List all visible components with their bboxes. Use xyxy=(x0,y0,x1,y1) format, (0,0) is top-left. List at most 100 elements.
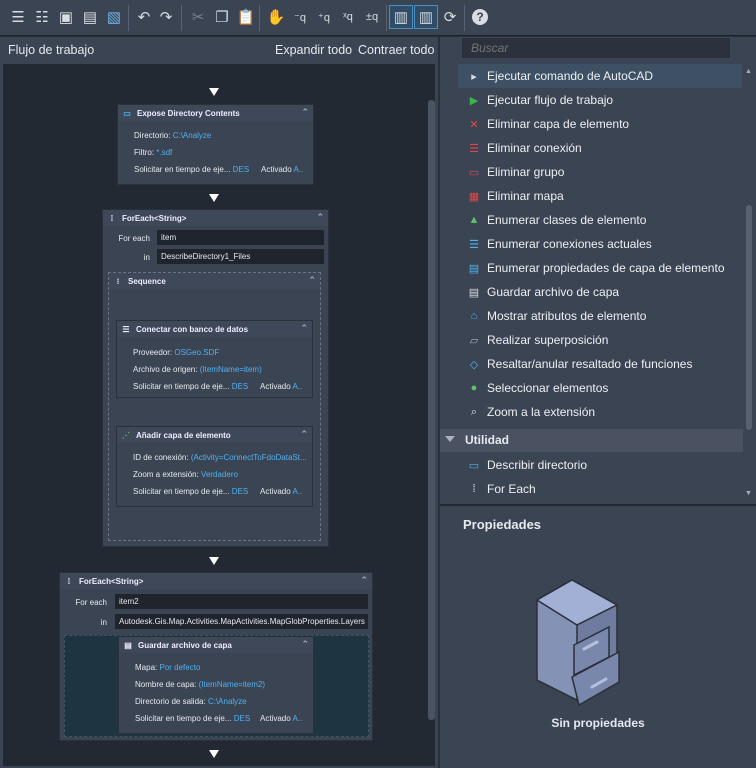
toolbox-item[interactable]: ☰ Enumerar conexiones actuales xyxy=(458,232,742,256)
item-label: Realizar superposición xyxy=(487,333,609,347)
collapse-icon[interactable]: ⌃ xyxy=(308,275,316,286)
item-label: Guardar archivo de capa xyxy=(487,285,620,299)
filing-cabinet-icon xyxy=(535,579,620,707)
node-title: Guardar archivo de capa xyxy=(138,640,232,650)
field-label: Solicitar en tiempo de eje... xyxy=(133,487,230,496)
undo-icon[interactable]: ↶ xyxy=(134,7,154,27)
node-title: Sequence xyxy=(128,276,166,286)
connect-datastore-node[interactable]: ☰ Conectar con banco de datos ⌃ Proveedor:… xyxy=(116,320,313,398)
field-label: Proveedor: xyxy=(133,348,173,357)
in-collection-input[interactable]: Autodesk.Gis.Map.Activities.MapActivitie… xyxy=(115,614,368,629)
activity-icon: ▤ xyxy=(468,262,480,275)
scrollbar-thumb[interactable] xyxy=(746,205,752,430)
toolbox-item[interactable]: ▲ Enumerar clases de elemento xyxy=(458,208,742,232)
toolbox-item[interactable]: ▶ Ejecutar flujo de trabajo xyxy=(458,88,742,112)
field-label: Filtro: xyxy=(134,148,154,157)
sequence-icon: ⁝ xyxy=(116,276,120,286)
field-value: *.sdf xyxy=(156,148,173,157)
field-label: ID de conexión: xyxy=(133,453,189,462)
field-label: Activado xyxy=(260,382,291,391)
refresh-icon[interactable]: ⟳ xyxy=(440,7,460,27)
item-label: Eliminar capa de elemento xyxy=(487,117,630,131)
node-title: Conectar con banco de datos xyxy=(136,324,249,334)
field-value: A.. xyxy=(292,382,303,391)
item-label: Describir directorio xyxy=(487,458,588,472)
layout-right-icon[interactable]: ▥ xyxy=(414,5,438,29)
foreach-icon: ⁞ xyxy=(110,213,114,223)
pan-hand-icon[interactable]: ✋ xyxy=(266,7,286,27)
item-label: Eliminar mapa xyxy=(487,189,564,203)
toolbox-item[interactable]: ▤ Guardar archivo de capa xyxy=(458,280,742,304)
toolbox-item[interactable]: ▭ Describir directorio xyxy=(458,453,742,477)
field-label: Activado xyxy=(261,165,292,174)
category-utilidad[interactable]: Utilidad xyxy=(440,429,743,452)
toolbox-item[interactable]: ☰ Eliminar conexión xyxy=(458,136,742,160)
save-icon[interactable]: ▣ xyxy=(56,7,76,27)
field-value: Verdadero xyxy=(201,470,238,479)
collapse-all-link[interactable]: Contraer todo xyxy=(358,43,434,57)
help-icon[interactable]: ? xyxy=(470,7,490,27)
field-label: Directorio de salida: xyxy=(135,697,206,706)
foreach-icon: ⁞ xyxy=(67,576,71,586)
toolbox-item[interactable]: ⌕ Zoom a la extensión xyxy=(458,400,742,424)
collapse-icon[interactable]: ⌃ xyxy=(360,575,368,586)
flow-arrow xyxy=(209,194,219,202)
toolbar: ☰ ☷ ▣ ▤ ▧ ↶ ↷ ✂ ❐ 📋 ✋ ⁻q ⁺q ˣq ±q ▥ ▥ ⟳ … xyxy=(0,0,756,36)
zoom-extents-icon[interactable]: ˣq xyxy=(338,7,358,27)
toolbox-item[interactable]: ● Seleccionar elementos xyxy=(458,376,742,400)
item-label: Zoom a la extensión xyxy=(487,405,596,419)
add-layer-node[interactable]: ⋰ Añadir capa de elemento ⌃ ID de conexión… xyxy=(116,426,313,507)
export-image-icon[interactable]: ▧ xyxy=(104,7,124,27)
toolbox-item[interactable]: ◇ Resaltar/anular resaltado de funciones xyxy=(458,352,742,376)
collapse-icon[interactable]: ⌃ xyxy=(301,639,309,650)
cut-icon[interactable]: ✂ xyxy=(188,7,208,27)
toolbox-item[interactable]: ▱ Realizar superposición xyxy=(458,328,742,352)
layout-left-icon[interactable]: ▥ xyxy=(389,5,413,29)
field-value: C:\Analyze xyxy=(207,697,247,706)
activity-icon: ▦ xyxy=(468,190,480,203)
toolbox-item[interactable]: ▸ Ejecutar comando de AutoCAD xyxy=(458,64,742,88)
expand-all-link[interactable]: Expandir todo xyxy=(275,43,352,57)
redo-icon[interactable]: ↷ xyxy=(156,7,176,27)
canvas-scrollbar[interactable] xyxy=(428,100,435,720)
scroll-up-icon[interactable]: ▲ xyxy=(745,68,752,75)
zoom-in-icon[interactable]: ⁺q xyxy=(314,7,334,27)
toolbox-item[interactable]: ▭ Eliminar grupo xyxy=(458,160,742,184)
activity-icon: ▱ xyxy=(469,334,479,347)
zoom-out-icon[interactable]: ⁻q xyxy=(290,7,310,27)
foreach-label: For each xyxy=(118,234,150,243)
zoom-realtime-icon[interactable]: ±q xyxy=(362,7,382,27)
folder-icon: ▭ xyxy=(123,108,131,118)
expose-directory-node[interactable]: ▭ Expose Directory Contents ⌃ Directorio: … xyxy=(117,104,314,185)
folder-icon: ▭ xyxy=(468,459,480,472)
in-collection-input[interactable]: DescribeDirectory1_Files xyxy=(157,249,324,264)
toolbox-search-input[interactable] xyxy=(462,38,730,58)
toolbox-item[interactable]: ✕ Eliminar capa de elemento xyxy=(458,112,742,136)
save-layer-node[interactable]: ▤ Guardar archivo de capa ⌃ Mapa: Por defe… xyxy=(118,636,314,734)
toolbox-item[interactable]: ⁞ For Each xyxy=(458,477,742,501)
new-workflow-icon[interactable]: ☰ xyxy=(8,7,28,27)
save-as-icon[interactable]: ▤ xyxy=(80,7,100,27)
toolbox-item[interactable]: ▦ Eliminar mapa xyxy=(458,184,742,208)
activity-icon: ● xyxy=(470,382,478,394)
collapse-icon[interactable]: ⌃ xyxy=(301,107,309,118)
foreach-variable-input[interactable]: item xyxy=(157,230,324,245)
copy-icon[interactable]: ❐ xyxy=(212,7,232,27)
activity-icon: ✕ xyxy=(469,118,479,131)
toolbox-scrollbar[interactable]: ▲ ▼ xyxy=(745,68,753,500)
toolbox-item[interactable]: ▤ Enumerar propiedades de capa de element… xyxy=(458,256,742,280)
collapse-icon[interactable]: ⌃ xyxy=(316,212,324,223)
item-label: Seleccionar elementos xyxy=(487,381,609,395)
collapse-icon[interactable]: ⌃ xyxy=(300,323,308,334)
toolbox-item[interactable]: ⌂ Mostrar atributos de elemento xyxy=(458,304,742,328)
collapse-icon[interactable]: ⌃ xyxy=(300,429,308,440)
panel-divider[interactable] xyxy=(440,504,756,506)
foreach-variable-input[interactable]: item2 xyxy=(115,594,368,609)
paste-icon[interactable]: 📋 xyxy=(236,7,256,27)
field-label: Archivo de origen: xyxy=(133,365,198,374)
field-value: (ItemName=item) xyxy=(199,365,262,374)
item-label: Resaltar/anular resaltado de funciones xyxy=(487,357,693,371)
open-workflow-icon[interactable]: ☷ xyxy=(32,7,52,27)
item-label: Mostrar atributos de elemento xyxy=(487,309,647,323)
scroll-down-icon[interactable]: ▼ xyxy=(745,490,752,497)
